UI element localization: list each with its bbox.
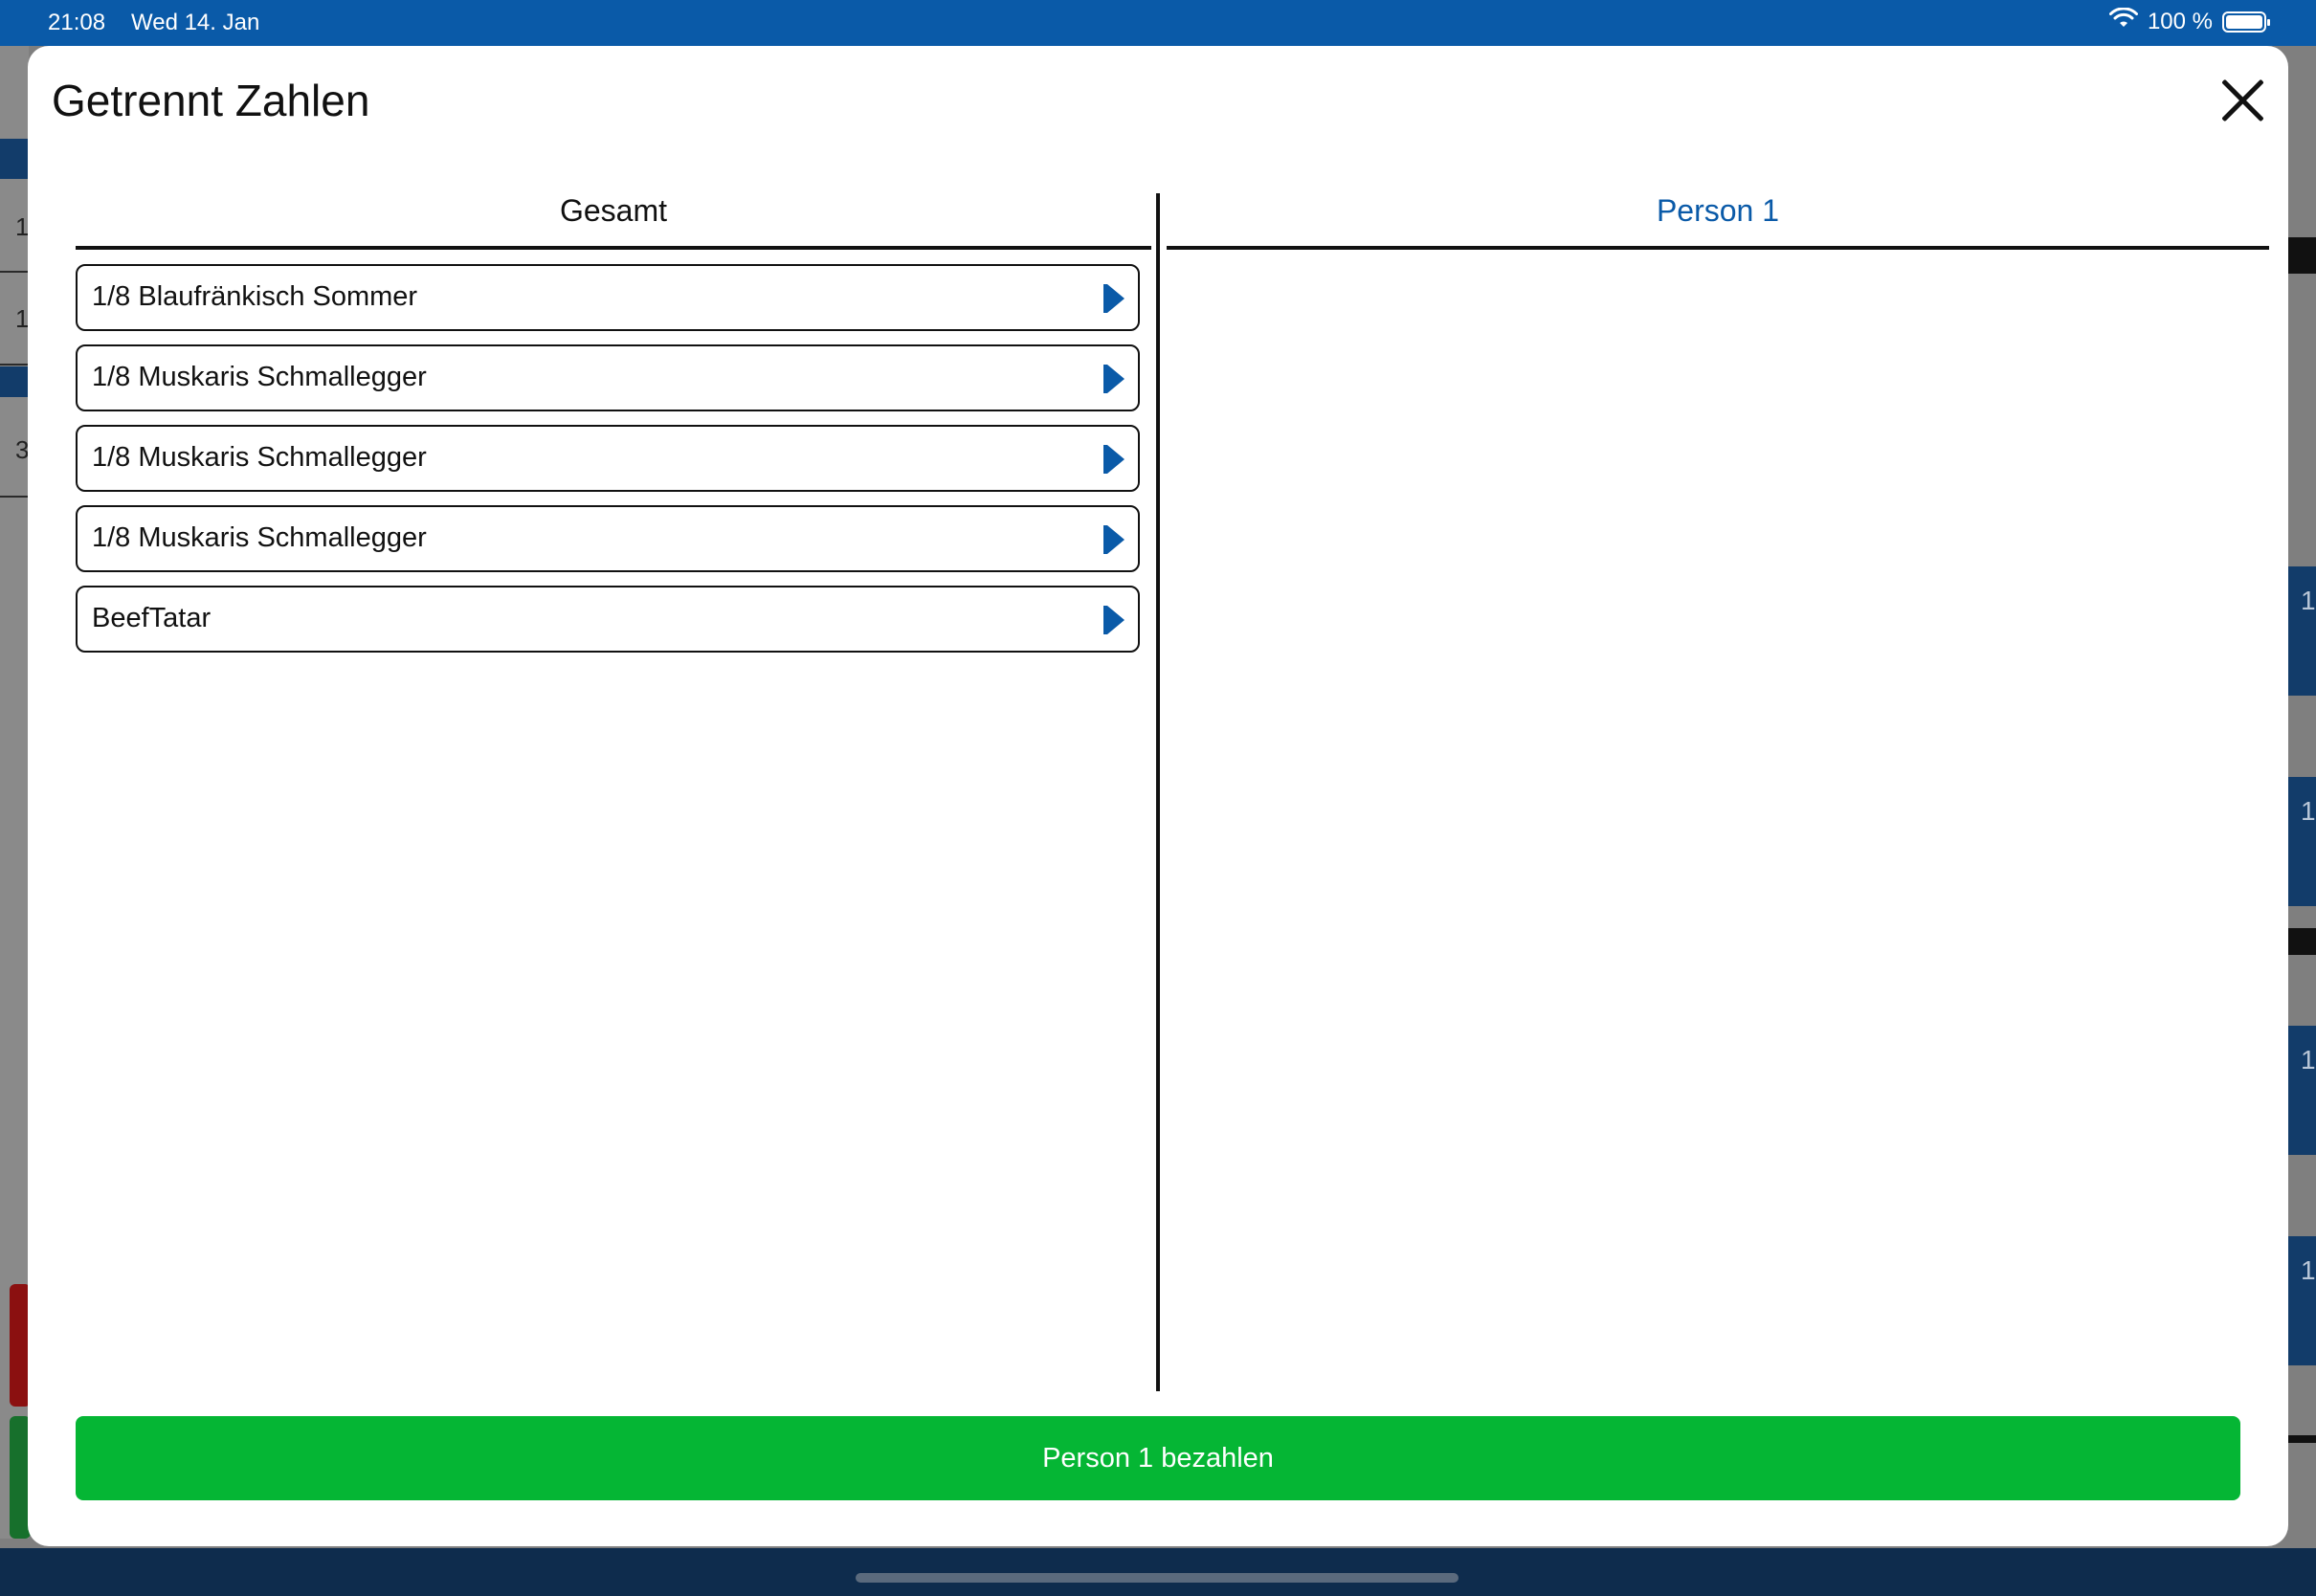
background-divider [0,496,29,498]
total-column-header: Gesamt [559,193,668,228]
close-icon[interactable] [2216,71,2269,124]
column-divider [1156,193,1160,1391]
total-column-rule [76,246,1151,250]
battery-percentage: 100 % [2147,8,2213,34]
battery-icon [2222,11,2270,33]
item-label: BeefTatar [92,603,212,633]
modal-title: Getrennt Zahlen [52,76,370,125]
background-dark-block [2288,928,2316,955]
person-column-header[interactable]: Person 1 [1167,193,2269,241]
split-payment-modal: Getrennt Zahlen Gesamt Person 1 1/8 Blau… [28,46,2288,1546]
list-item[interactable]: 1/8 Muskaris Schmallegger [76,425,1140,492]
chevron-right-icon[interactable] [1103,365,1125,393]
chevron-right-icon[interactable] [1103,606,1125,634]
total-item-list: 1/8 Blaufränkisch Sommer 1/8 Muskaris Sc… [76,264,1140,666]
background-divider [0,271,29,273]
background-number: 1 [2301,586,2316,615]
chevron-right-icon[interactable] [1103,445,1125,474]
status-time: 21:08 [48,10,106,35]
background-number: 1 [2301,796,2316,826]
background-header-band [0,366,29,397]
background-divider [0,364,29,366]
item-label: 1/8 Muskaris Schmallegger [92,442,427,473]
status-bar: 21:08 Wed 14. Jan 100 % [0,0,2316,46]
list-item[interactable]: 1/8 Muskaris Schmallegger [76,505,1140,572]
background-header-band [0,139,29,179]
item-label: 1/8 Blaufränkisch Sommer [92,281,418,312]
pay-person-button[interactable]: Person 1 bezahlen [76,1416,2240,1500]
chevron-right-icon[interactable] [1103,525,1125,554]
background-number: 1 [2301,1255,2316,1285]
background-dark-block [2288,1435,2316,1443]
status-date: Wed 14. Jan [131,10,260,35]
list-item[interactable]: 1/8 Muskaris Schmallegger [76,344,1140,411]
background-number: 1 [2301,1045,2316,1075]
home-indicator[interactable] [856,1573,1459,1583]
person-column-rule [1167,246,2269,250]
item-label: 1/8 Muskaris Schmallegger [92,522,427,553]
background-dark-block [2288,237,2316,274]
list-item[interactable]: BeefTatar [76,586,1140,653]
wifi-icon [2108,7,2138,35]
chevron-right-icon[interactable] [1103,284,1125,313]
status-indicators: 100 % [2108,7,2270,35]
item-label: 1/8 Muskaris Schmallegger [92,362,427,392]
list-item[interactable]: 1/8 Blaufränkisch Sommer [76,264,1140,331]
bottom-bar [0,1548,2316,1596]
